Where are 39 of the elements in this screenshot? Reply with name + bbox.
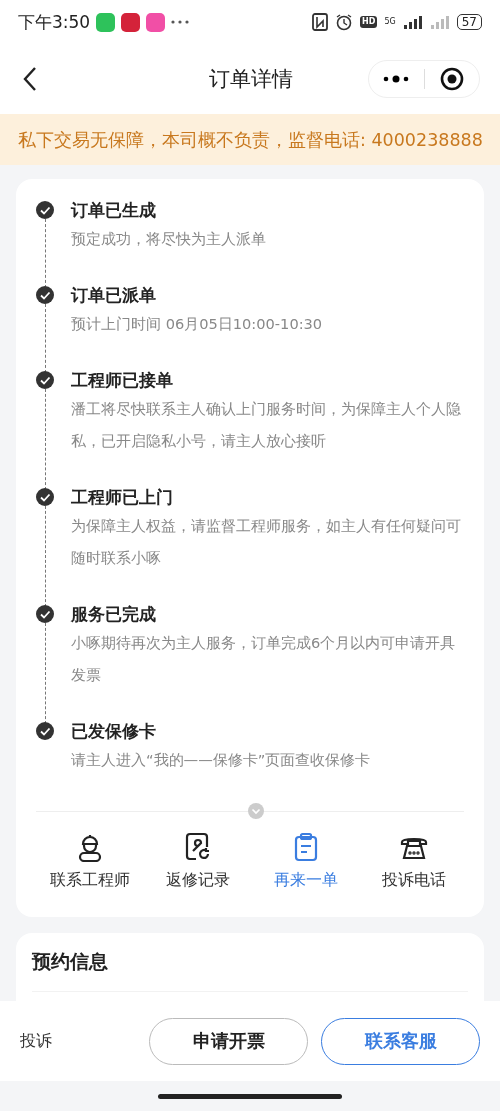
complaint-link[interactable]: 投诉 [20, 1030, 136, 1052]
step-title: 订单已生成 [71, 199, 157, 221]
warning-notice: 私下交易无保障，本司概不负责，监督电话: 4000238888 [18, 129, 482, 152]
signal-icon [402, 15, 423, 29]
step-description: 为保障主人权益，请监督工程师服务，如主人有任何疑问可随时联系小啄 [71, 516, 462, 568]
wrench-icon [184, 832, 212, 862]
step-title: 工程师已上门 [71, 486, 174, 508]
customer-service-button[interactable]: 联系客服 [321, 1017, 480, 1065]
chat-app-icon [96, 12, 116, 32]
engineer-icon [76, 832, 104, 862]
more-notifications-icon [171, 20, 190, 24]
alarm-icon [335, 13, 354, 31]
battery-level: 57 [456, 14, 482, 30]
page-title: 订单详情 [209, 66, 293, 93]
action-button[interactable]: 再来一单 [252, 832, 360, 891]
step-title: 服务已完成 [71, 603, 157, 625]
step-title: 已发保修卡 [71, 720, 157, 742]
step-description: 预定成功，将尽快为主人派单 [71, 229, 267, 249]
shopping-app-icon [121, 12, 141, 32]
step-description: 预计上门时间 06月05日10:00-10:30 [71, 314, 324, 334]
section-title: 预约信息 [32, 949, 468, 992]
home-indicator[interactable] [158, 1093, 342, 1099]
back-button[interactable] [22, 66, 38, 92]
hd-badge: HD [360, 16, 378, 28]
app-icon [146, 12, 166, 32]
network-label: 5G [384, 18, 396, 26]
step-description: 潘工将尽快联系主人确认上门服务时间，为保障主人个人隐私，已开启隐私小号，请主人放心接听 [71, 399, 462, 451]
signal-icon [429, 15, 450, 29]
action-button[interactable]: 联系工程师 [36, 832, 144, 891]
step-title: 工程师已接单 [71, 369, 174, 391]
invoice-button[interactable]: 申请开票 [149, 1017, 308, 1065]
step-description: 请主人进入“我的——保修卡”页面查收保修卡 [71, 750, 372, 770]
step-description: 小啄期待再次为主人服务，订单完成6个月以内可申请开具发票 [71, 633, 457, 685]
action-button[interactable]: 返修记录 [144, 832, 252, 891]
status-time: 下午3:50 [18, 10, 91, 34]
clipboard-icon [292, 832, 320, 862]
step-title: 订单已派单 [71, 284, 157, 306]
action-button[interactable]: 投诉电话 [360, 832, 468, 891]
nfc-icon [312, 13, 329, 31]
